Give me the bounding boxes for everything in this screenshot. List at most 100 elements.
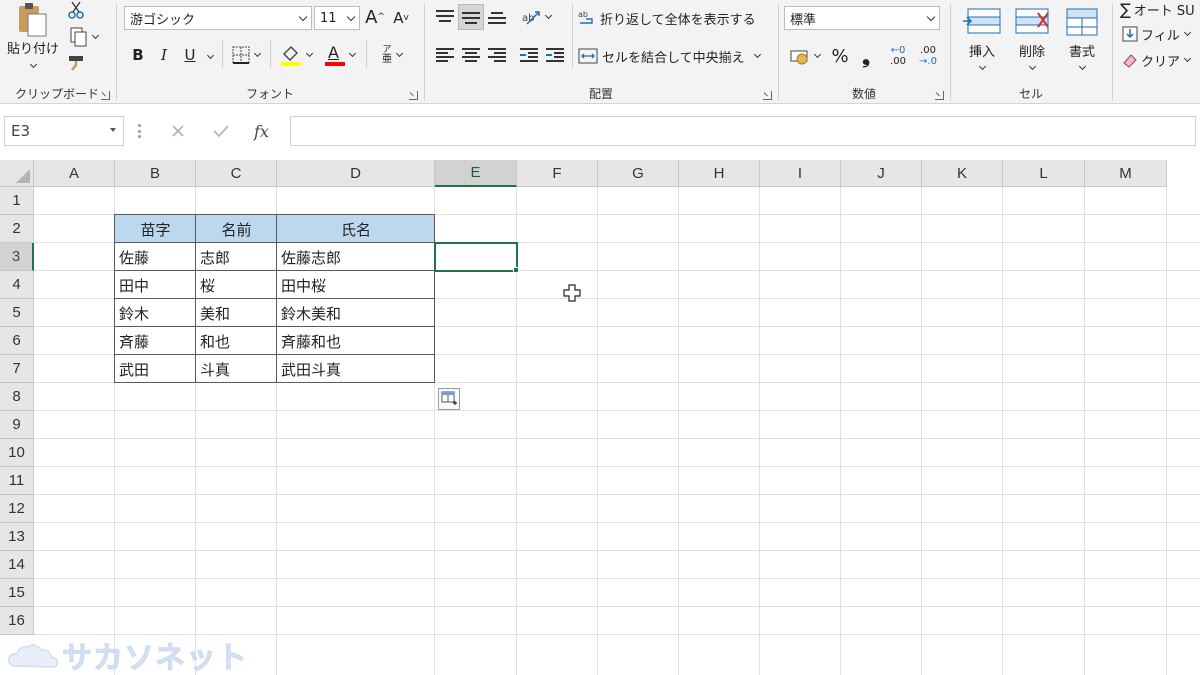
- clipboard-launcher-icon[interactable]: [101, 91, 110, 100]
- format-cells-button[interactable]: 書式: [1058, 0, 1106, 76]
- font-color-button[interactable]: A: [320, 42, 360, 68]
- decrease-decimal-button[interactable]: .00 →.0: [914, 42, 942, 70]
- table-header-cell[interactable]: 名前: [196, 215, 277, 243]
- row-header-6[interactable]: 6: [0, 327, 34, 355]
- paste-icon[interactable]: [10, 2, 54, 38]
- row-header-5[interactable]: 5: [0, 299, 34, 327]
- column-header-b[interactable]: B: [115, 160, 196, 187]
- number-launcher-icon[interactable]: [935, 91, 944, 100]
- quick-analysis-button[interactable]: [438, 388, 460, 410]
- paste-dropdown-chevron-icon[interactable]: [26, 58, 40, 70]
- decrease-indent-icon[interactable]: [520, 48, 538, 62]
- row-header-13[interactable]: 13: [0, 523, 34, 551]
- column-header-g[interactable]: G: [598, 160, 679, 187]
- cut-icon[interactable]: [64, 0, 88, 20]
- table-header-cell[interactable]: 苗字: [115, 215, 196, 243]
- alignment-launcher-icon[interactable]: [763, 91, 772, 100]
- row-header-11[interactable]: 11: [0, 467, 34, 495]
- font-launcher-icon[interactable]: [409, 91, 418, 100]
- table-header-cell[interactable]: 氏名: [277, 215, 435, 243]
- font-size-select[interactable]: 11: [314, 6, 360, 30]
- wrap-text-button[interactable]: ab 折り返して全体を表示する: [578, 6, 768, 30]
- column-header-i[interactable]: I: [760, 160, 841, 187]
- table-cell[interactable]: 斉藤和也: [277, 327, 435, 355]
- align-right-icon[interactable]: [488, 48, 506, 62]
- paste-button[interactable]: 貼り付け: [4, 38, 62, 57]
- autosum-button[interactable]: ∑ オート SU: [1120, 0, 1200, 19]
- table-cell[interactable]: 鈴木: [115, 299, 196, 327]
- row-header-9[interactable]: 9: [0, 411, 34, 439]
- column-header-h[interactable]: H: [679, 160, 760, 187]
- insert-function-button[interactable]: fx: [254, 122, 269, 141]
- bottom-align-icon[interactable]: [488, 10, 506, 24]
- table-cell[interactable]: 志郎: [196, 243, 277, 271]
- middle-align-button[interactable]: [458, 4, 484, 30]
- table-cell[interactable]: 佐藤志郎: [277, 243, 435, 271]
- font-name-select[interactable]: 游ゴシック: [124, 6, 312, 30]
- row-header-15[interactable]: 15: [0, 579, 34, 607]
- accounting-format-button[interactable]: [786, 44, 824, 68]
- table-cell[interactable]: 佐藤: [115, 243, 196, 271]
- borders-button[interactable]: [228, 44, 264, 66]
- align-left-icon[interactable]: [436, 48, 454, 62]
- row-header-3[interactable]: 3: [0, 243, 34, 271]
- grow-font-button[interactable]: A ^: [364, 6, 386, 28]
- orientation-button[interactable]: ab: [518, 6, 554, 28]
- align-center-icon[interactable]: [462, 48, 480, 62]
- column-header-k[interactable]: K: [922, 160, 1003, 187]
- table-cell[interactable]: 斉藤: [115, 327, 196, 355]
- insert-button[interactable]: 挿入: [958, 0, 1006, 76]
- row-header-4[interactable]: 4: [0, 271, 34, 299]
- column-header-m[interactable]: M: [1085, 160, 1167, 187]
- number-format-select[interactable]: 標準: [784, 6, 940, 30]
- copy-icon[interactable]: [64, 26, 104, 48]
- clear-button[interactable]: クリア: [1122, 50, 1200, 70]
- italic-button[interactable]: I: [154, 44, 174, 66]
- fill-handle[interactable]: [513, 267, 519, 273]
- table-cell[interactable]: 鈴木美和: [277, 299, 435, 327]
- column-header-f[interactable]: F: [517, 160, 598, 187]
- phonetic-button[interactable]: ア 亜: [372, 42, 412, 68]
- underline-button[interactable]: U: [180, 44, 200, 66]
- merge-center-button[interactable]: セルを結合して中央揃え: [578, 44, 764, 68]
- table-cell[interactable]: 和也: [196, 327, 277, 355]
- fill-color-button[interactable]: [276, 42, 316, 68]
- row-header-10[interactable]: 10: [0, 439, 34, 467]
- column-header-j[interactable]: J: [841, 160, 922, 187]
- row-header-14[interactable]: 14: [0, 551, 34, 579]
- column-header-e[interactable]: E: [435, 160, 517, 187]
- table-cell[interactable]: 斗真: [196, 355, 277, 383]
- select-all-button[interactable]: [0, 160, 34, 187]
- increase-decimal-button[interactable]: ←0 .00: [884, 42, 912, 70]
- table-cell[interactable]: 武田斗真: [277, 355, 435, 383]
- increase-indent-icon[interactable]: [546, 48, 564, 62]
- format-painter-icon[interactable]: [64, 52, 88, 74]
- table-cell[interactable]: 桜: [196, 271, 277, 299]
- column-header-c[interactable]: C: [196, 160, 277, 187]
- fill-button[interactable]: フィル: [1122, 24, 1200, 44]
- row-header-8[interactable]: 8: [0, 383, 34, 411]
- delete-button[interactable]: 削除: [1008, 0, 1056, 76]
- table-cell[interactable]: 美和: [196, 299, 277, 327]
- bold-button[interactable]: B: [128, 44, 148, 66]
- top-align-icon[interactable]: [436, 10, 454, 24]
- comma-button[interactable]: ❟: [856, 44, 876, 68]
- column-header-a[interactable]: A: [34, 160, 115, 187]
- table-cell[interactable]: 田中桜: [277, 271, 435, 299]
- table-cell[interactable]: 田中: [115, 271, 196, 299]
- name-box[interactable]: E3: [4, 116, 124, 146]
- percent-button[interactable]: %: [828, 44, 852, 68]
- underline-dropdown-chevron-icon[interactable]: [204, 48, 216, 62]
- row-header-12[interactable]: 12: [0, 495, 34, 523]
- table-cell[interactable]: 武田: [115, 355, 196, 383]
- row-header-7[interactable]: 7: [0, 355, 34, 383]
- row-header-2[interactable]: 2: [0, 215, 34, 243]
- formula-input[interactable]: [290, 116, 1196, 146]
- column-header-d[interactable]: D: [277, 160, 435, 187]
- column-header-l[interactable]: L: [1003, 160, 1085, 187]
- active-cell-selection[interactable]: [434, 242, 518, 272]
- row-header-16[interactable]: 16: [0, 607, 34, 635]
- formula-bar-grip-icon[interactable]: [138, 124, 142, 138]
- row-header-1[interactable]: 1: [0, 187, 34, 215]
- shrink-font-button[interactable]: Av: [390, 8, 412, 28]
